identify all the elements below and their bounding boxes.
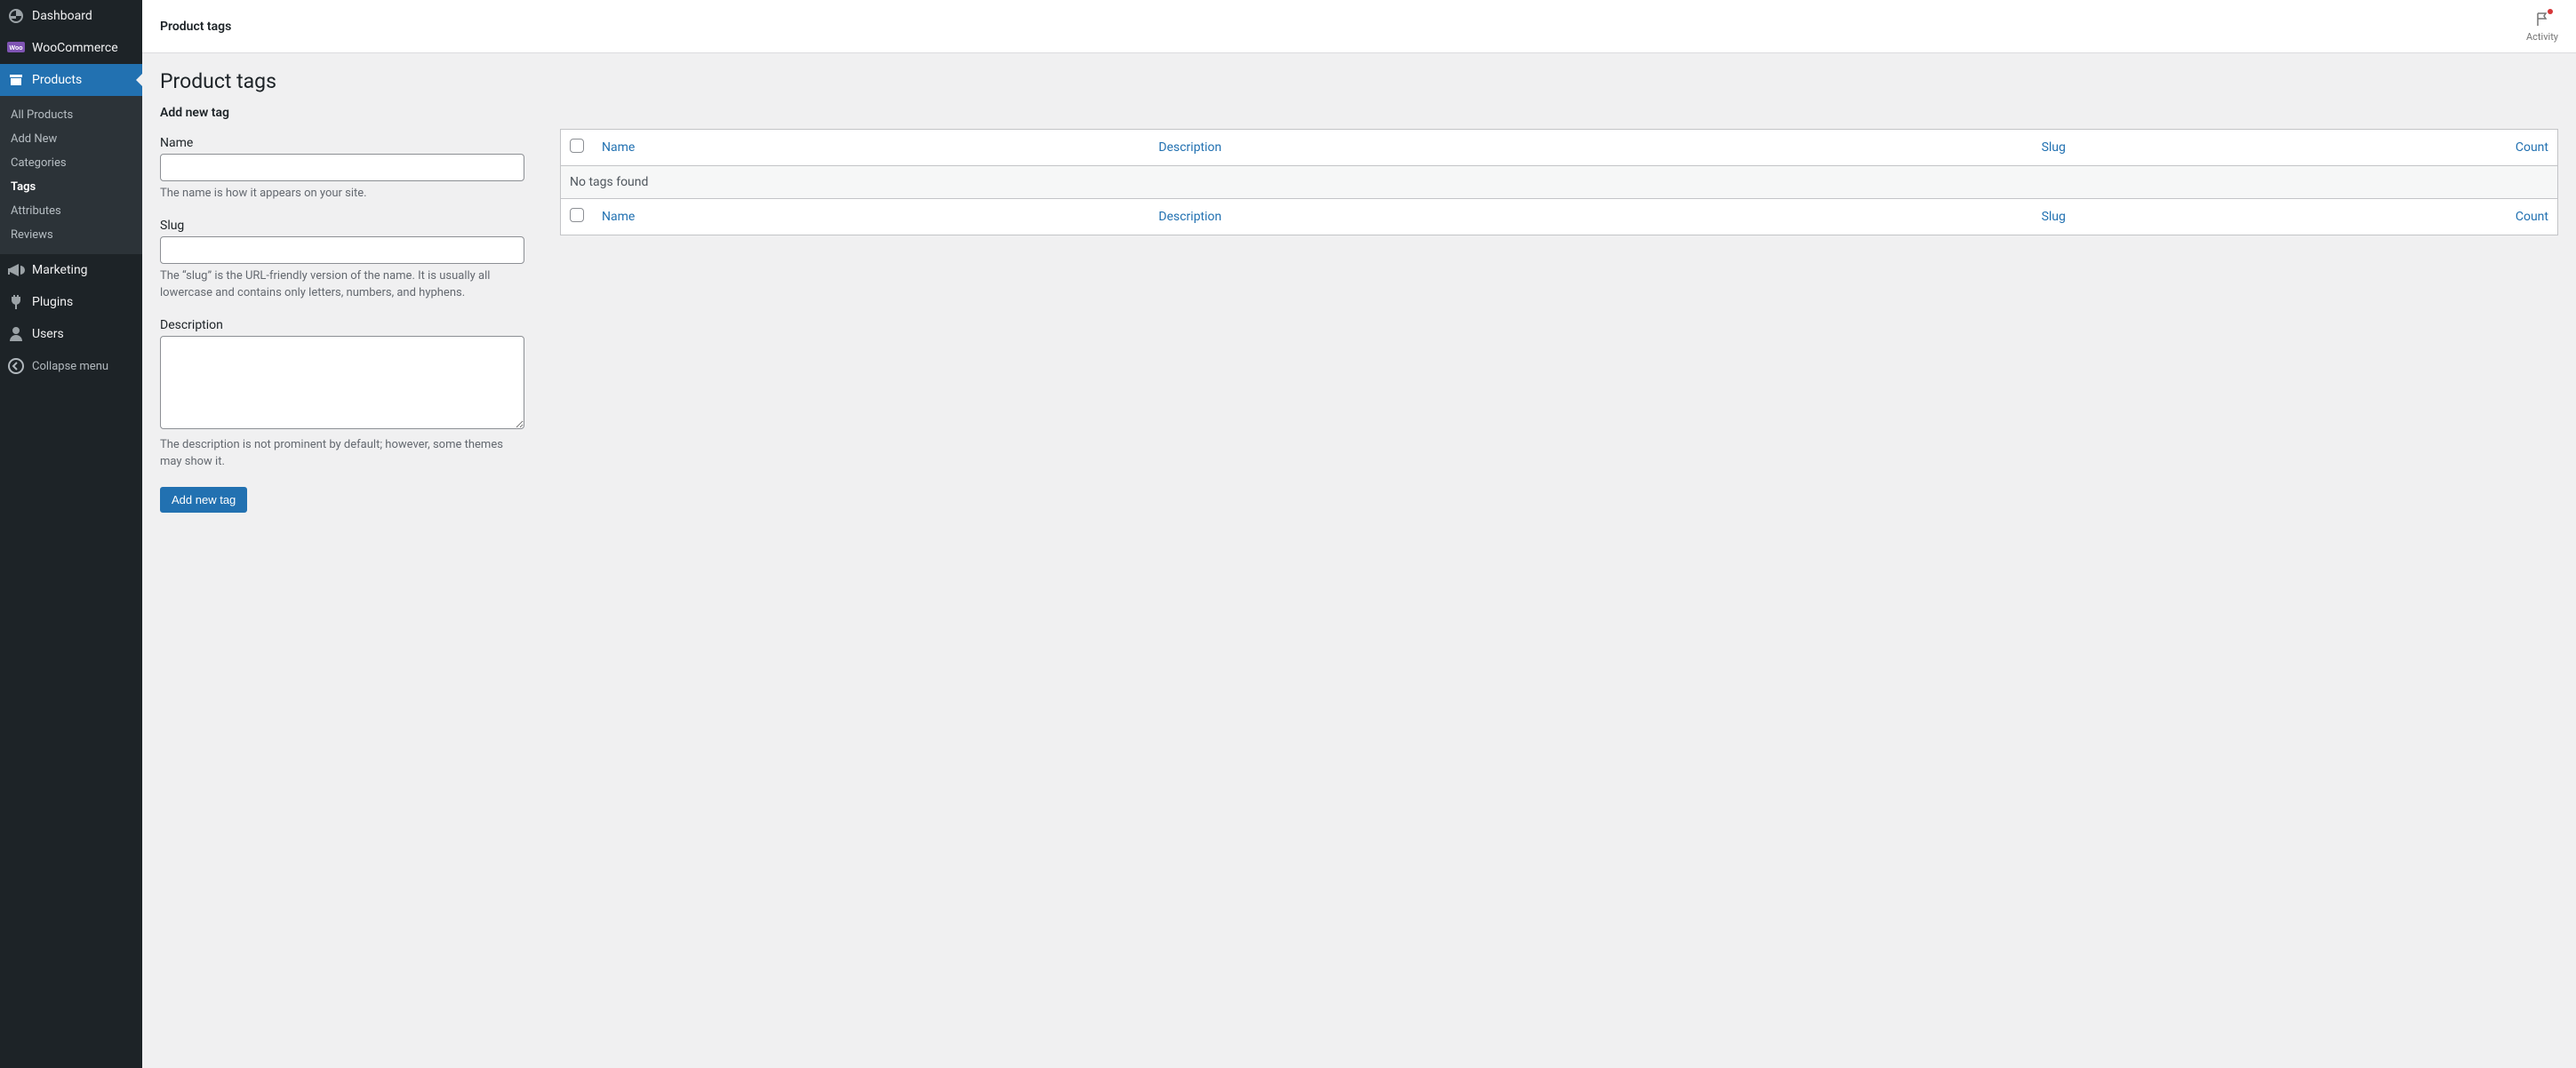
name-field-wrapper: Name The name is how it appears on your … [160, 136, 524, 203]
sidebar-item-woocommerce[interactable]: Woo WooCommerce [0, 32, 142, 64]
slug-field-wrapper: Slug The “slug” is the URL-friendly vers… [160, 219, 524, 302]
topbar: Product tags Activity [142, 0, 2576, 53]
slug-label: Slug [160, 219, 524, 233]
description-help: The description is not prominent by defa… [160, 436, 524, 471]
column-header-count[interactable]: Count [2516, 140, 2548, 155]
activity-label: Activity [2526, 31, 2558, 43]
dashboard-icon [7, 7, 25, 25]
submenu-item-add-new[interactable]: Add New [0, 127, 142, 151]
add-tag-form: Add new tag Name The name is how it appe… [160, 106, 524, 513]
page-title: Product tags [160, 69, 2558, 93]
collapse-icon [7, 357, 25, 375]
activity-button[interactable]: Activity [2526, 11, 2558, 43]
empty-state-text: No tags found [561, 166, 2558, 199]
column-header-slug[interactable]: Slug [2042, 140, 2066, 155]
products-submenu: All Products Add New Categories Tags Att… [0, 96, 142, 254]
description-textarea[interactable] [160, 336, 524, 429]
submenu-item-all-products[interactable]: All Products [0, 103, 142, 127]
megaphone-icon [7, 261, 25, 279]
notification-dot [2548, 9, 2553, 14]
slug-help: The “slug” is the URL-friendly version o… [160, 267, 524, 302]
column-footer-count[interactable]: Count [2516, 210, 2548, 224]
user-icon [7, 325, 25, 343]
plugin-icon [7, 293, 25, 311]
submenu-item-tags[interactable]: Tags [0, 175, 142, 199]
collapse-label: Collapse menu [32, 360, 108, 373]
sidebar-item-marketing[interactable]: Marketing [0, 254, 142, 286]
main-area: Product tags Activity Product tags Add n… [142, 0, 2576, 1068]
submenu-item-categories[interactable]: Categories [0, 151, 142, 175]
collapse-menu-button[interactable]: Collapse menu [0, 350, 142, 382]
topbar-title: Product tags [160, 20, 231, 34]
column-footer-description[interactable]: Description [1158, 210, 1221, 224]
slug-input[interactable] [160, 236, 524, 264]
sidebar-item-label: WooCommerce [32, 41, 118, 55]
tags-table-wrapper: Name Description Slug Count No tags foun… [560, 106, 2558, 235]
sidebar-item-plugins[interactable]: Plugins [0, 286, 142, 318]
woocommerce-icon: Woo [7, 39, 25, 57]
column-header-name[interactable]: Name [602, 140, 635, 155]
column-footer-name[interactable]: Name [602, 210, 635, 224]
column-header-description[interactable]: Description [1158, 140, 1221, 155]
sidebar-item-dashboard[interactable]: Dashboard [0, 0, 142, 32]
select-all-top-checkbox[interactable] [570, 139, 584, 153]
name-label: Name [160, 136, 524, 150]
description-field-wrapper: Description The description is not promi… [160, 318, 524, 471]
sidebar-item-label: Marketing [32, 263, 88, 277]
column-footer-slug[interactable]: Slug [2042, 210, 2066, 224]
content: Product tags Add new tag Name The name i… [142, 53, 2576, 548]
submenu-item-reviews[interactable]: Reviews [0, 223, 142, 247]
admin-sidebar: Dashboard Woo WooCommerce Products All P… [0, 0, 142, 1068]
sidebar-item-label: Products [32, 73, 82, 87]
svg-text:Woo: Woo [9, 45, 22, 52]
name-input[interactable] [160, 154, 524, 181]
sidebar-item-users[interactable]: Users [0, 318, 142, 350]
sidebar-item-label: Dashboard [32, 9, 92, 23]
sidebar-item-label: Users [32, 327, 64, 341]
archive-icon [7, 71, 25, 89]
description-label: Description [160, 318, 524, 332]
sidebar-item-label: Plugins [32, 295, 73, 309]
tags-table: Name Description Slug Count No tags foun… [560, 129, 2558, 235]
select-all-bottom-checkbox[interactable] [570, 208, 584, 222]
submenu-item-attributes[interactable]: Attributes [0, 199, 142, 223]
flag-icon [2533, 11, 2551, 31]
add-tag-button[interactable]: Add new tag [160, 487, 247, 513]
sidebar-item-products[interactable]: Products [0, 64, 142, 96]
name-help: The name is how it appears on your site. [160, 185, 524, 203]
form-section-title: Add new tag [160, 106, 524, 120]
